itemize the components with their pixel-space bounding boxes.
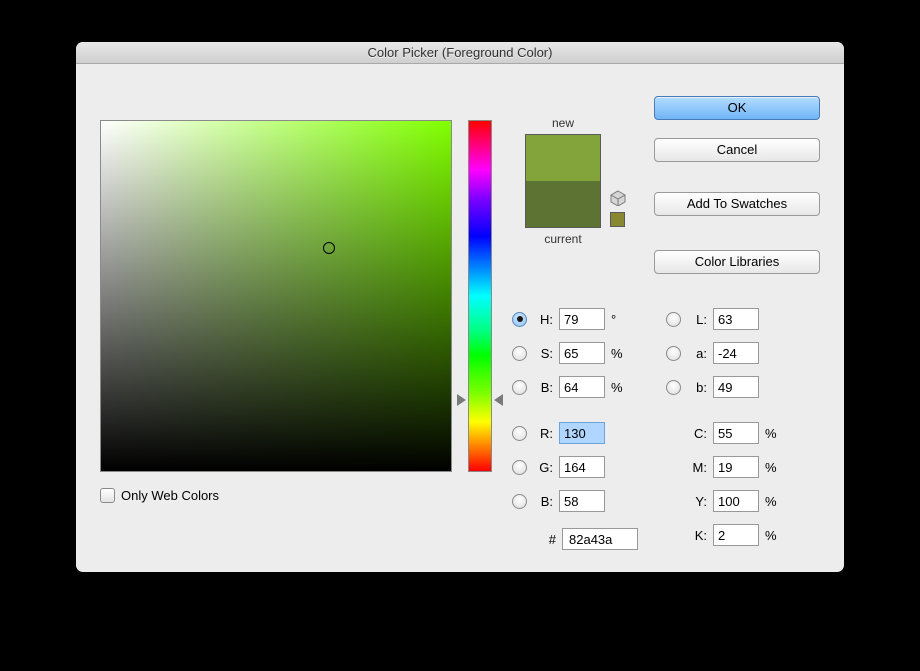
cancel-button[interactable]: Cancel <box>654 138 820 162</box>
lab-b-input[interactable] <box>713 376 759 398</box>
only-web-colors-checkbox[interactable] <box>100 488 115 503</box>
color-swatch <box>525 134 601 228</box>
brightness-radio[interactable] <box>512 380 527 395</box>
color-field-cursor[interactable] <box>323 242 335 254</box>
green-label: G: <box>533 460 553 475</box>
brightness-input[interactable] <box>559 376 605 398</box>
cyan-label: C: <box>687 426 707 441</box>
hue-label: H: <box>533 312 553 327</box>
gamut-warning-icon[interactable] <box>610 190 626 206</box>
magenta-input[interactable] <box>713 456 759 478</box>
swatch-current-label: current <box>516 232 610 246</box>
lab-l-label: L: <box>687 312 707 327</box>
lab-a-input[interactable] <box>713 342 759 364</box>
hue-input[interactable] <box>559 308 605 330</box>
red-radio[interactable] <box>512 426 527 441</box>
cyan-unit: % <box>765 426 779 441</box>
lab-l-input[interactable] <box>713 308 759 330</box>
blue-label: B: <box>533 494 553 509</box>
window-content: new current OK Cancel Add To Swatches Co… <box>76 64 844 572</box>
hex-hash-label: # <box>540 532 556 547</box>
cyan-input[interactable] <box>713 422 759 444</box>
hue-slider-handle-right[interactable] <box>494 394 503 406</box>
magenta-unit: % <box>765 460 779 475</box>
green-radio[interactable] <box>512 460 527 475</box>
swatch-current-color[interactable] <box>526 181 600 227</box>
hue-radio[interactable] <box>512 312 527 327</box>
only-web-colors-label: Only Web Colors <box>121 488 219 503</box>
swatch-new-color[interactable] <box>526 135 600 181</box>
red-label: R: <box>533 426 553 441</box>
red-input[interactable] <box>559 422 605 444</box>
only-web-colors-row: Only Web Colors <box>100 488 219 503</box>
black-unit: % <box>765 528 779 543</box>
color-libraries-button[interactable]: Color Libraries <box>654 250 820 274</box>
hue-unit: ° <box>611 312 625 327</box>
yellow-input[interactable] <box>713 490 759 512</box>
lab-l-radio[interactable] <box>666 312 681 327</box>
magenta-label: M: <box>687 460 707 475</box>
hex-input[interactable] <box>562 528 638 550</box>
saturation-radio[interactable] <box>512 346 527 361</box>
swatch-new-label: new <box>516 116 610 130</box>
brightness-label: B: <box>533 380 553 395</box>
yellow-unit: % <box>765 494 779 509</box>
lab-b-label: b: <box>687 380 707 395</box>
gamut-nearest-swatch[interactable] <box>610 212 625 227</box>
ok-button[interactable]: OK <box>654 96 820 120</box>
yellow-label: Y: <box>687 494 707 509</box>
window-title: Color Picker (Foreground Color) <box>76 42 844 64</box>
saturation-input[interactable] <box>559 342 605 364</box>
lab-a-label: a: <box>687 346 707 361</box>
saturation-label: S: <box>533 346 553 361</box>
green-input[interactable] <box>559 456 605 478</box>
hex-row: # <box>512 528 638 550</box>
color-picker-window: Color Picker (Foreground Color) new curr… <box>76 42 844 572</box>
add-to-swatches-button[interactable]: Add To Swatches <box>654 192 820 216</box>
lab-b-radio[interactable] <box>666 380 681 395</box>
brightness-unit: % <box>611 380 625 395</box>
black-label: K: <box>687 528 707 543</box>
lab-a-radio[interactable] <box>666 346 681 361</box>
hue-slider-handle-left[interactable] <box>457 394 466 406</box>
blue-radio[interactable] <box>512 494 527 509</box>
hue-slider[interactable] <box>468 120 492 472</box>
blue-input[interactable] <box>559 490 605 512</box>
color-field[interactable] <box>100 120 452 472</box>
black-input[interactable] <box>713 524 759 546</box>
saturation-unit: % <box>611 346 625 361</box>
